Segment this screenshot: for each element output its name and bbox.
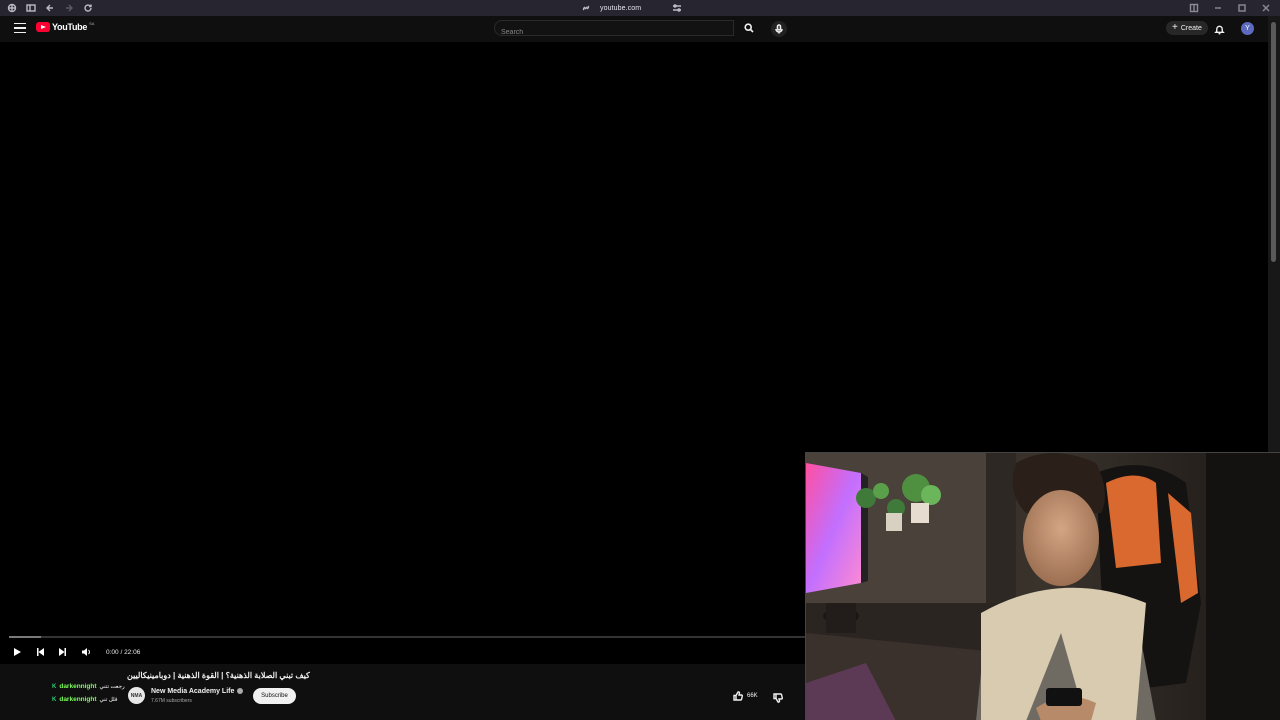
microphone-icon [775, 24, 783, 34]
logo-region: SA [89, 21, 95, 26]
subscribe-button[interactable]: Subscribe [253, 688, 296, 704]
reload-icon[interactable] [82, 2, 94, 14]
url-text[interactable]: youtube.com [600, 5, 641, 12]
chat-username: darkennight [59, 683, 97, 690]
logo-text: YouTube [52, 22, 88, 32]
chat-text: رجعت تتني [99, 683, 125, 690]
subscriber-count: 7.67M subscribers [151, 698, 192, 704]
search-icon [744, 23, 754, 33]
bell-icon [1214, 25, 1225, 35]
video-time: 0:00 / 22:06 [106, 648, 141, 656]
dislike-button[interactable] [773, 690, 784, 708]
youtube-header: YouTube SA + Create Y [0, 16, 1268, 42]
verified-badge-icon [237, 688, 244, 695]
stream-chat-overlay: K darkennight رجعت تتني K darkennight قل… [52, 680, 142, 706]
chat-username: darkennight [59, 696, 97, 703]
hamburger-menu-icon[interactable] [14, 23, 26, 35]
search-box[interactable] [494, 20, 734, 40]
scrollbar-thumb[interactable] [1271, 22, 1276, 262]
play-icon [14, 648, 21, 656]
notifications-button[interactable] [1214, 22, 1226, 35]
volume-icon [82, 648, 90, 656]
browser-menu-icon[interactable] [6, 2, 18, 14]
channel-name[interactable]: New Media Academy Life [151, 688, 244, 695]
like-button[interactable]: 66K [733, 688, 758, 704]
channel-name-text: New Media Academy Life [151, 688, 235, 695]
chat-badge-icon: K [52, 696, 57, 703]
next-button[interactable] [56, 645, 70, 659]
chat-message: K darkennight رجعت تتني [52, 680, 142, 693]
previous-button[interactable] [33, 645, 47, 659]
chat-badge-icon: K [52, 683, 57, 690]
chat-text: قلل تني [99, 696, 118, 703]
search-button[interactable] [736, 20, 762, 36]
volume-button[interactable] [79, 645, 93, 659]
youtube-logo[interactable]: YouTube SA [36, 21, 95, 32]
account-avatar[interactable]: Y [1241, 22, 1254, 35]
thumbs-down-icon [773, 693, 784, 703]
settings-sliders-icon[interactable] [671, 2, 683, 14]
player-controls: 0:00 / 22:06 [10, 645, 140, 659]
create-label: Create [1180, 24, 1202, 32]
skip-next-icon [59, 648, 66, 656]
video-title: كيف تبني الصلابة الذهنية؟ | القوة الذهني… [127, 671, 310, 680]
like-count: 66K [747, 693, 758, 699]
search-input[interactable] [495, 25, 733, 40]
video-progress-bar[interactable] [9, 636, 805, 638]
youtube-play-logo-icon [36, 22, 50, 32]
plus-icon: + [1172, 22, 1178, 33]
chat-message: K darkennight قلل تني [52, 693, 142, 706]
browser-title-bar: youtube.com [0, 0, 1280, 16]
voice-search-button[interactable] [771, 21, 787, 37]
back-arrow-icon[interactable] [44, 2, 56, 14]
skip-previous-icon [37, 648, 44, 656]
forward-arrow-icon[interactable] [63, 2, 75, 14]
create-button[interactable]: + Create [1166, 21, 1208, 35]
progress-buffered [9, 636, 41, 638]
play-button[interactable] [10, 645, 24, 659]
thumbs-up-icon [733, 691, 743, 701]
webcam-overlay [805, 452, 1280, 720]
link-icon[interactable] [580, 2, 592, 14]
close-icon[interactable] [1260, 2, 1272, 14]
split-view-icon[interactable] [1188, 2, 1200, 14]
minimize-icon[interactable] [1212, 2, 1224, 14]
screen: youtube.com YouTube SA + Create [0, 0, 1280, 720]
sidebar-toggle-icon[interactable] [25, 2, 37, 14]
maximize-icon[interactable] [1236, 2, 1248, 14]
webcam-feed-image [806, 453, 1280, 720]
